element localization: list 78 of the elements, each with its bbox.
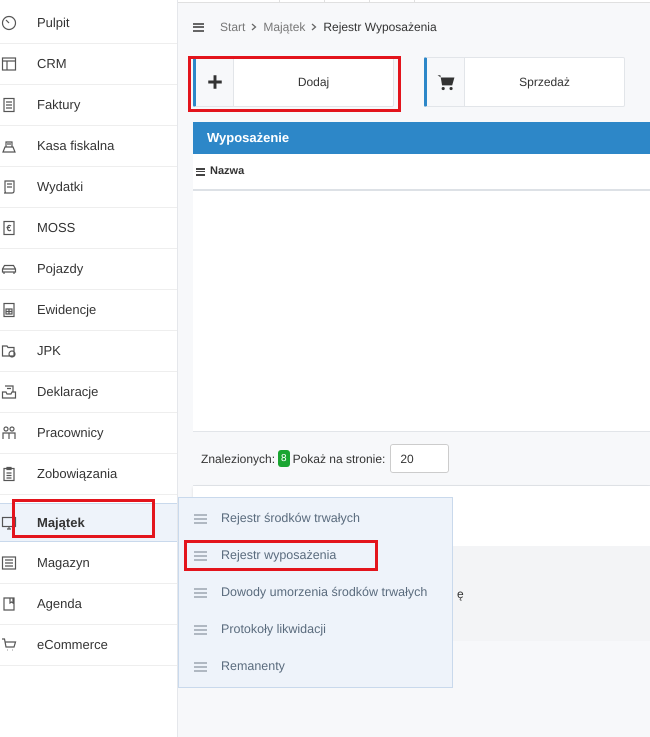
sidebar-label: Faktury (37, 96, 80, 114)
list-icon (194, 624, 207, 634)
list-icon (194, 514, 207, 524)
submenu-item[interactable]: Remanenty (179, 648, 452, 685)
sidebar-label: Zobowiązania (37, 465, 118, 484)
sidebar-item[interactable]: Deklaracje (0, 372, 177, 413)
menu-icon[interactable] (193, 22, 204, 32)
cart-icon (436, 73, 454, 91)
submenu-label: Dowody umorzenia środków trwałych (221, 584, 428, 602)
document-icon (1, 97, 17, 113)
gauge-icon (1, 15, 17, 31)
submenu-item[interactable]: Rejestr wyposażenia (179, 537, 452, 574)
per-page-label: Pokaż na stronie: (292, 450, 386, 468)
clipboard-icon (1, 466, 17, 482)
sidebar-label: eCommerce (37, 636, 108, 654)
layout-icon (1, 56, 17, 72)
sidebar-label: Magazyn (37, 554, 90, 572)
sidebar-label: Pojazdy (37, 260, 84, 278)
sidebar-item[interactable]: Magazyn (0, 543, 177, 584)
monitor-icon (1, 514, 17, 530)
cart-icon (1, 637, 17, 653)
sidebar-item[interactable]: Faktury (0, 85, 177, 126)
sidebar-item[interactable]: CRM (0, 44, 177, 85)
sidebar-label: Agenda (37, 595, 82, 614)
list-icon (194, 550, 207, 560)
warehouse-icon (1, 555, 17, 571)
sidebar-item[interactable]: JPK (0, 331, 177, 372)
sidebar-item[interactable]: Kasa fiskalna (0, 126, 177, 167)
submenu-item[interactable]: Protokoły likwidacji (179, 611, 452, 648)
partial-text: ę (457, 586, 464, 602)
sidebar-label: Kasa fiskalna (37, 137, 114, 156)
sidebar-label: Majątek (37, 514, 85, 532)
sidebar-label: CRM (37, 55, 67, 74)
inbox-icon (1, 384, 17, 400)
column-menu-icon[interactable] (196, 168, 205, 176)
sidebar-item[interactable]: Wydatki (0, 167, 177, 208)
plus-icon (206, 73, 224, 91)
people-icon (1, 425, 17, 441)
receipt-icon (1, 179, 17, 195)
count-badge: 8 (278, 450, 290, 467)
sidebar-label: Deklaracje (37, 383, 98, 402)
submenu-item[interactable]: Rejestr środków trwałych (179, 500, 452, 537)
chevron-icon (251, 23, 258, 31)
sidebar-item[interactable]: Pulpit (0, 3, 177, 44)
sidebar-label: JPK (37, 342, 61, 360)
breadcrumb-link[interactable]: Majątek (263, 18, 306, 36)
chevron-icon (311, 23, 318, 31)
sidebar-label: Pulpit (37, 14, 70, 32)
list-icon (194, 662, 207, 672)
breadcrumb-current: Rejestr Wyposażenia (323, 19, 437, 36)
submenu-label: Rejestr środków trwałych (221, 510, 360, 528)
per-page-field[interactable]: 20 (390, 444, 450, 473)
panel-header: Wyposażenie (193, 122, 650, 154)
breadcrumb-link[interactable]: Start (220, 18, 246, 36)
folder-icon (1, 343, 17, 359)
submenu-label: Remanenty (221, 658, 285, 676)
sidebar-item[interactable]: Zobowiązania (0, 454, 177, 495)
submenu-label: Rejestr wyposażenia (221, 547, 336, 564)
column-header[interactable]: Nazwa (210, 163, 244, 180)
sidebar-item[interactable]: Pracownicy (0, 413, 177, 454)
found-label: Znalezionych: (201, 450, 276, 468)
submenu-item[interactable]: Dowody umorzenia środków trwałych (179, 574, 452, 611)
action-button[interactable]: Dodaj (193, 57, 394, 107)
sidebar-item[interactable]: Ewidencje (0, 290, 177, 331)
sidebar-label: MOSS (37, 219, 76, 238)
sidebar-item[interactable]: eCommerce (0, 625, 177, 666)
euro-icon (1, 220, 17, 236)
action-button[interactable]: Sprzedaż (424, 57, 625, 107)
list-icon (194, 588, 207, 598)
sidebar-label: Ewidencje (37, 301, 96, 320)
sidebar-item[interactable]: Pojazdy (0, 249, 177, 290)
sidebar-label: Pracownicy (37, 424, 104, 442)
sidebar-label: Wydatki (37, 178, 84, 196)
submenu-label: Protokoły likwidacji (221, 621, 326, 638)
sidebar-item[interactable]: Agenda (0, 584, 177, 625)
spreadsheet-icon (1, 302, 17, 318)
sidebar-item[interactable]: MOSS (0, 208, 177, 249)
book-icon (1, 596, 17, 612)
